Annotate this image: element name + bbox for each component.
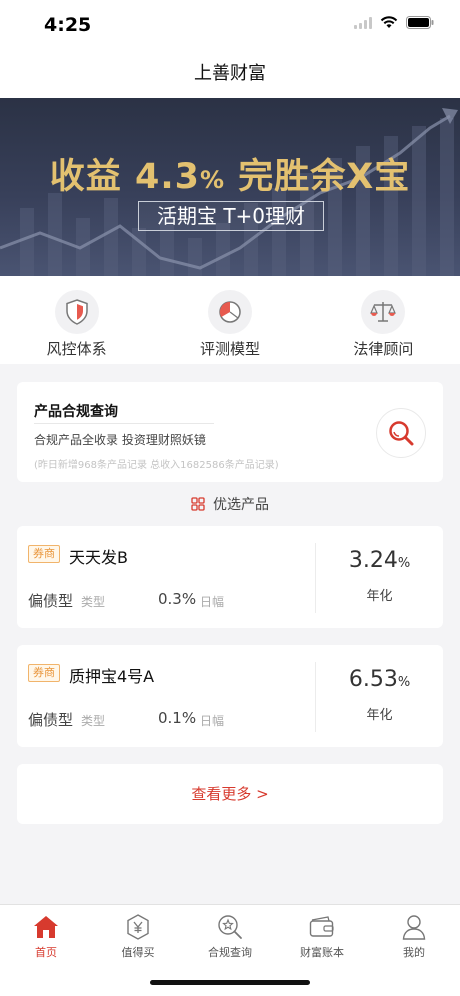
product-daily-change: 0.3% xyxy=(158,590,197,608)
compliance-title: 产品合规查询 xyxy=(34,404,118,420)
product-name: 质押宝4号A xyxy=(69,667,155,686)
quick-links: 风控体系 评测模型 法律顾问 xyxy=(0,276,460,364)
product-badge: 券商 xyxy=(28,664,60,682)
compliance-search-icon xyxy=(218,915,242,939)
product-name: 天天发B xyxy=(69,548,128,567)
quick-link-legal-advisor[interactable]: 法律顾问 xyxy=(307,276,460,364)
yen-hexagon-icon xyxy=(127,914,149,940)
banner-headline-pct: % xyxy=(199,166,226,194)
tab-mine[interactable]: 我的 xyxy=(368,905,460,996)
product-annual-rate: 6.53% xyxy=(316,667,443,692)
product-rate-value: 6.53 xyxy=(348,667,398,692)
nav-bar: 上善财富 xyxy=(0,50,460,98)
tab-label: 财富账本 xyxy=(300,946,344,959)
featured-products-header: 优选产品 xyxy=(0,492,460,516)
view-more-button[interactable]: 查看更多 > xyxy=(17,764,443,824)
product-type: 偏债型 xyxy=(28,711,74,729)
quick-link-label: 法律顾问 xyxy=(353,340,414,358)
promo-banner[interactable]: 收益 4.3% 完胜余X宝 活期宝 T+0理财 xyxy=(0,98,460,276)
banner-subline: 活期宝 T+0理财 xyxy=(138,201,324,231)
banner-headline: 收益 4.3% 完胜余X宝 xyxy=(0,148,460,199)
grid-icon xyxy=(191,497,205,511)
product-type-label: 类型 xyxy=(81,595,106,609)
product-daily-change: 0.1% xyxy=(158,709,197,727)
scales-icon xyxy=(361,290,406,334)
status-bar: 4:25 xyxy=(0,0,460,50)
product-rate-unit: % xyxy=(397,556,411,571)
tab-label: 值得买 xyxy=(121,946,155,959)
featured-products-label: 优选产品 xyxy=(213,497,269,513)
compliance-note: (昨日新增968条产品记录 总收入1682586条产品记录) xyxy=(34,460,279,471)
product-daily-change-label: 日幅 xyxy=(200,714,225,728)
tab-label: 我的 xyxy=(403,946,425,959)
tab-label: 首页 xyxy=(35,946,57,959)
quick-link-risk-control[interactable]: 风控体系 xyxy=(0,276,153,364)
product-card[interactable]: 券商 天天发B 偏债型 类型 0.3% 日幅 3.24% 年化 xyxy=(17,526,443,628)
product-type-label: 类型 xyxy=(81,714,106,728)
banner-headline-suffix: 完胜余X宝 xyxy=(225,157,411,197)
product-daily-change-label: 日幅 xyxy=(200,595,225,609)
product-rate-label: 年化 xyxy=(366,708,393,723)
tab-home[interactable]: 首页 xyxy=(0,905,92,996)
page-title: 上善财富 xyxy=(194,63,266,84)
wifi-icon xyxy=(380,16,398,28)
signal-icon xyxy=(354,16,372,29)
product-card[interactable]: 券商 质押宝4号A 偏债型 类型 0.1% 日幅 6.53% 年化 xyxy=(17,645,443,747)
status-icons xyxy=(354,16,434,29)
quick-link-label: 风控体系 xyxy=(46,340,107,358)
compliance-query-card[interactable]: 产品合规查询 合规产品全收录 投资理财照妖镜 (昨日新增968条产品记录 总收入… xyxy=(17,382,443,482)
banner-headline-prefix: 收益 4.3 xyxy=(49,157,200,197)
product-type: 偏债型 xyxy=(28,592,74,610)
shield-icon xyxy=(54,290,99,334)
quick-link-label: 评测模型 xyxy=(199,340,260,358)
home-indicator xyxy=(150,980,310,985)
product-badge: 券商 xyxy=(28,545,60,563)
product-rate-label: 年化 xyxy=(366,589,393,604)
compliance-search-button[interactable] xyxy=(376,408,426,458)
wallet-icon xyxy=(309,916,334,937)
user-icon xyxy=(402,915,426,940)
product-rate-value: 3.24 xyxy=(348,548,398,573)
compliance-desc: 合规产品全收录 投资理财照妖镜 xyxy=(34,433,206,447)
product-rate-unit: % xyxy=(397,675,411,690)
pie-chart-icon xyxy=(207,290,252,334)
battery-icon xyxy=(406,16,434,29)
search-icon xyxy=(389,421,414,446)
compliance-divider xyxy=(34,423,214,424)
tab-label: 合规查询 xyxy=(208,946,252,959)
quick-link-evaluation-model[interactable]: 评测模型 xyxy=(153,276,306,364)
home-icon xyxy=(34,916,58,938)
status-time: 4:25 xyxy=(44,14,92,36)
product-annual-rate: 3.24% xyxy=(316,548,443,573)
